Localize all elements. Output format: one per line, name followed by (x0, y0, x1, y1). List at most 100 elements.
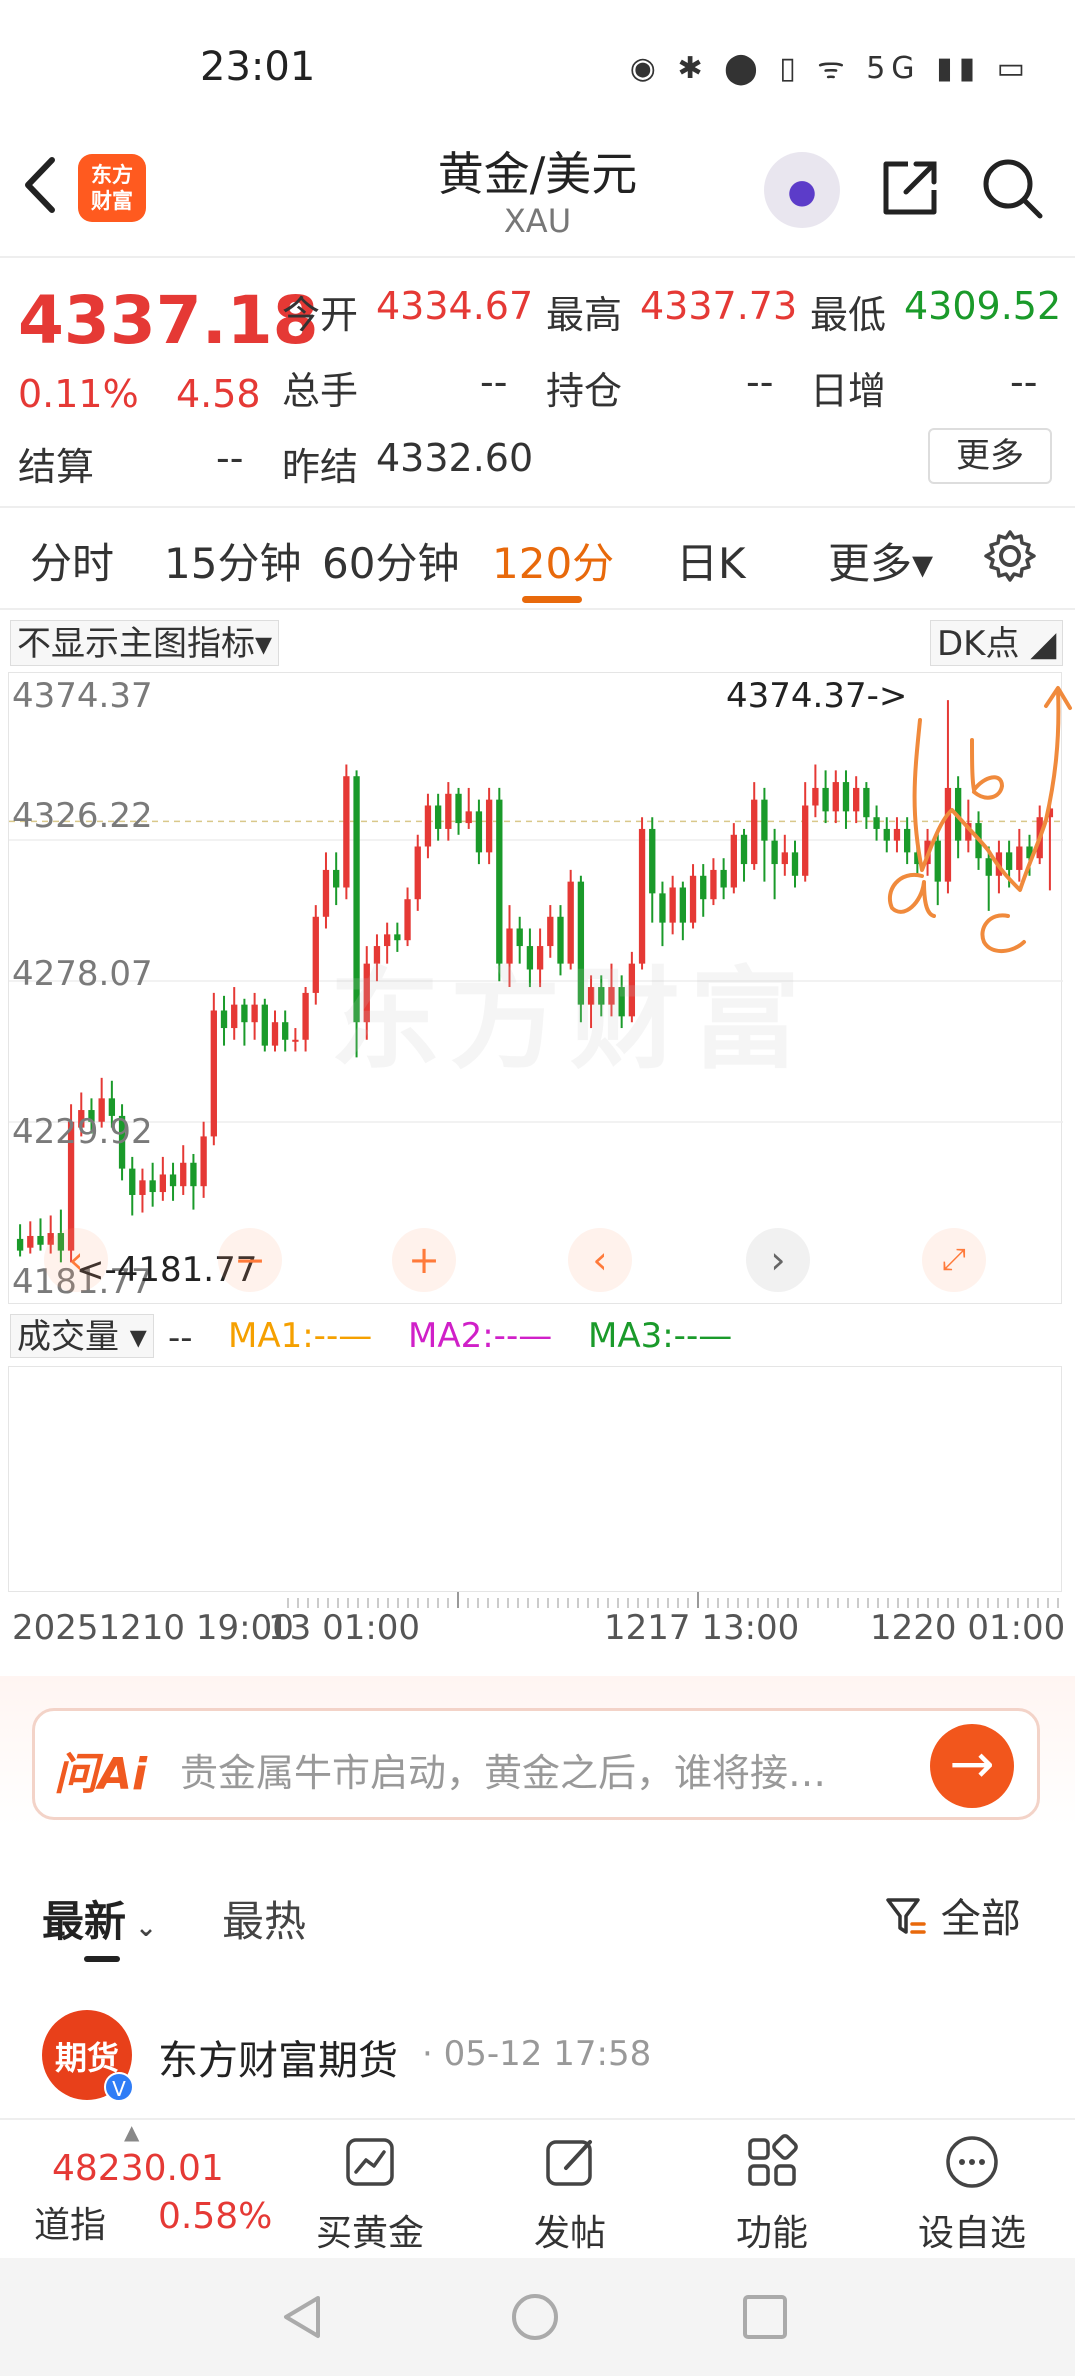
feed-filter-button[interactable]: 全部 (884, 1886, 1021, 1944)
settle-label: 结算 (18, 445, 95, 489)
x-tick-label: 1217 13:00 (604, 1608, 800, 1648)
edit-icon[interactable] (542, 2134, 598, 2190)
candle (27, 1221, 34, 1254)
candle (210, 992, 217, 1146)
zoom-in-button[interactable]: + (392, 1228, 456, 1292)
grid-icon[interactable] (744, 2134, 800, 2190)
candle (302, 987, 309, 1052)
ai-send-button[interactable]: → (930, 1724, 1014, 1808)
dow-index-value[interactable]: 48230.01 (52, 2148, 224, 2189)
feed-tab-latest[interactable]: 最新 ⌄ (42, 1888, 157, 1949)
high-value: 4337.73 (640, 284, 798, 328)
candle (761, 787, 768, 882)
chart-left-end-button[interactable]: ‹ (44, 1228, 108, 1292)
candle (322, 852, 330, 929)
status-icons: ◉ ✱ ⬤ ▯ ᯤ 5G ▮▮ ▭ (629, 51, 1031, 86)
more-circle-icon[interactable] (944, 2134, 1000, 2190)
buy-gold-button[interactable]: 买黄金 (290, 2204, 450, 2256)
tab-60min[interactable]: 60分钟 (322, 530, 459, 591)
candle (149, 1162, 156, 1207)
open-value: 4334.67 (376, 284, 534, 328)
feed-tab-latest-label: 最新 (42, 1897, 127, 1946)
time-axis-ticks (287, 1592, 1059, 1608)
functions-button[interactable]: 功能 (692, 2204, 852, 2256)
tab-120min[interactable]: 120分 (492, 530, 614, 591)
verified-icon: V (104, 2072, 134, 2102)
share-icon (883, 161, 937, 215)
candle (822, 770, 829, 824)
candle (802, 782, 809, 882)
candle (812, 764, 819, 818)
ma1-legend: MA1:--— (228, 1316, 373, 1356)
scroll-right-button[interactable]: › (746, 1228, 810, 1292)
candle (781, 834, 788, 876)
filter-icon (886, 1898, 926, 1934)
ai-assistant-avatar[interactable] (764, 152, 840, 228)
volume-value: -- (480, 360, 508, 404)
candle (424, 793, 432, 859)
chart-settings-button[interactable] (982, 528, 1038, 584)
daily-increase-value: -- (1010, 360, 1038, 404)
candle (333, 852, 340, 906)
ma3-legend: MA3:--— (588, 1316, 733, 1356)
candle (434, 793, 442, 841)
y-tick-label: 4374.37 (12, 676, 153, 716)
volume-indicator-value: -- (168, 1318, 193, 1358)
handwritten-annotation (888, 686, 1072, 953)
dow-index-label[interactable]: 道指 (34, 2196, 106, 2248)
candle (445, 782, 452, 841)
post-button[interactable]: 发帖 (490, 2204, 650, 2256)
add-watchlist-button[interactable]: 设自选 (892, 2204, 1052, 2256)
dk-point-button[interactable]: DK点 ◢ (930, 620, 1064, 666)
search-icon (983, 159, 1043, 219)
x-tick-label: 20251210 19:00 (12, 1608, 294, 1648)
caret-up-icon: ▲ (124, 2120, 140, 2144)
tab-15min[interactable]: 15分钟 (164, 530, 301, 591)
candle (241, 998, 248, 1046)
high-label: 最高 (546, 293, 623, 337)
candle (791, 840, 799, 888)
low-label: 最低 (810, 293, 887, 337)
main-indicator-select[interactable]: 不显示主图指标▾ (10, 620, 280, 666)
y-tick-label: 4278.07 (12, 954, 153, 994)
tab-day-k[interactable]: 日K (676, 530, 746, 591)
header-divider (0, 256, 1075, 258)
candle (343, 764, 350, 900)
ai-question-input[interactable]: 贵金属牛市启动，黄金之后，谁将接… (180, 1742, 900, 1797)
verified-badge-text: V (112, 2077, 126, 2101)
candle (751, 782, 758, 870)
candle (37, 1218, 44, 1251)
candle (853, 776, 860, 824)
post-author-name[interactable]: 东方财富期货 (158, 2028, 398, 2086)
tab-fenshi[interactable]: 分时 (30, 530, 114, 591)
nav-back-icon[interactable] (278, 2292, 328, 2342)
buy-gold-icon[interactable] (342, 2134, 398, 2190)
feed-tab-hot[interactable]: 最热 (222, 1888, 306, 1949)
share-button[interactable] (878, 156, 942, 220)
scroll-left-button[interactable]: ‹ (568, 1228, 632, 1292)
candle (669, 875, 676, 935)
nav-recents-icon[interactable] (740, 2292, 790, 2342)
candle (180, 1145, 187, 1195)
open-label: 今开 (282, 293, 359, 337)
dk-point-label: DK点 (937, 624, 1020, 664)
nav-home-icon[interactable] (510, 2292, 560, 2342)
more-quote-button[interactable]: 更多 (928, 428, 1052, 484)
feed-tab-indicator (84, 1956, 120, 1962)
candle (842, 770, 850, 829)
candle (485, 787, 493, 865)
volume-chart[interactable] (8, 1366, 1062, 1592)
zoom-out-button[interactable]: − (218, 1228, 282, 1292)
volume-label: 总手 (282, 369, 359, 413)
volume-indicator-select[interactable]: 成交量 ▾ (10, 1314, 154, 1358)
candle (16, 1224, 24, 1257)
fullscreen-button[interactable]: ⤢ (922, 1228, 986, 1292)
candle (414, 834, 421, 911)
search-button[interactable] (980, 156, 1044, 220)
candle (455, 787, 462, 835)
candle (649, 817, 656, 923)
change-value: 4.58 (176, 372, 261, 416)
tab-more[interactable]: 更多▾ (828, 530, 933, 591)
dow-index-change[interactable]: 0.58% (158, 2196, 272, 2237)
candle (231, 987, 238, 1040)
